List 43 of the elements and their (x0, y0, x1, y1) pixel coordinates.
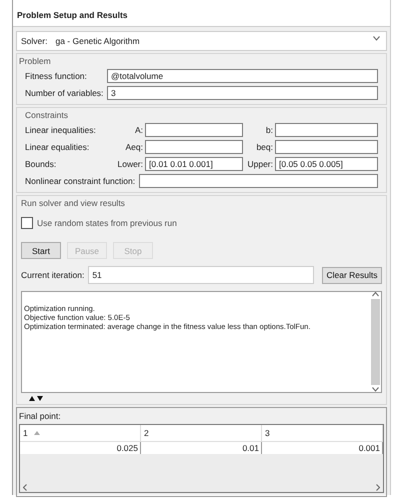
field-label: A: (134, 125, 143, 135)
table-cell: 0.001 (262, 442, 383, 454)
field-label: Upper: (246, 159, 273, 169)
field-label: Nonlinear constraint function: (25, 176, 136, 186)
input-field[interactable]: 3 (107, 86, 378, 100)
input-field[interactable] (275, 123, 378, 137)
checkbox-label: Use random states from previous run (37, 218, 177, 228)
checkbox[interactable] (21, 217, 33, 229)
clear-results-button[interactable]: Clear Results (322, 266, 382, 284)
field-label: Fitness function: (25, 71, 88, 81)
solver-dropdown[interactable]: ga - Genetic Algorithm (53, 34, 382, 48)
scrollbar-thumb[interactable] (371, 299, 380, 385)
input-field[interactable]: [0.01 0.01 0.001] (145, 157, 243, 171)
section-title: Problem (19, 56, 52, 66)
input-field[interactable] (145, 140, 243, 154)
dropdown-caret-icon (373, 36, 380, 41)
input-field[interactable] (275, 140, 378, 154)
field-label: Linear equalities: (25, 142, 90, 152)
scroll-right-icon[interactable] (376, 484, 380, 490)
input-field[interactable] (139, 174, 378, 188)
input-field[interactable] (145, 123, 243, 137)
field-label: Linear inequalities: (25, 125, 97, 135)
field-label: beq: (255, 142, 273, 152)
input-field[interactable]: [0.05 0.05 0.005] (275, 157, 378, 171)
solver-label: Solver: (21, 36, 48, 46)
final-point-label: Final point: (19, 411, 62, 421)
field-label: Lower: (116, 159, 143, 169)
field-label: Aeq: (124, 142, 143, 152)
scroll-down-icon[interactable] (372, 387, 379, 392)
scroll-up-icon[interactable] (372, 292, 379, 297)
input-field[interactable]: @totalvolume (107, 69, 378, 83)
field-label: Bounds: (25, 159, 58, 169)
table-cell: 0.01 (141, 442, 262, 454)
toolbar-button[interactable]: Start (21, 242, 61, 259)
panel-title: Problem Setup and Results (13, 0, 390, 27)
section-title: Run solver and view results (21, 198, 126, 208)
iteration-label: Current iteration: (21, 270, 84, 280)
section-title: Constraints (25, 110, 69, 120)
scroll-left-icon[interactable] (23, 484, 27, 490)
table-cell: 0.025 (20, 442, 141, 454)
field-label: b: (264, 125, 273, 135)
iteration-field: 51 (88, 266, 314, 284)
field-label: Number of variables: (25, 88, 103, 98)
